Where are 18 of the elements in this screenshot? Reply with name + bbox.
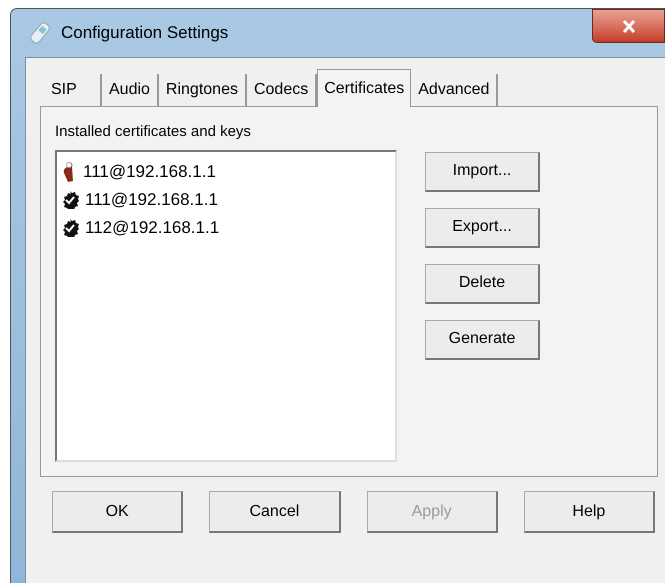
button[interactable]: Generate	[425, 320, 540, 360]
button[interactable]: Help	[524, 491, 655, 533]
button[interactable]: Export...	[425, 208, 540, 248]
list-item[interactable]: 111@192.168.1.1	[83, 158, 216, 184]
list-item[interactable]: 111@192.168.1.1	[85, 186, 218, 212]
close-icon	[622, 20, 636, 32]
list-label: Installed certificates and keys	[55, 122, 252, 142]
close-button[interactable]	[592, 9, 665, 43]
button[interactable]: OK	[52, 491, 184, 533]
button[interactable]: Cancel	[209, 491, 340, 533]
button[interactable]: Import...	[425, 152, 540, 192]
list-item[interactable]: 112@192.168.1.1	[85, 214, 220, 240]
window-title: Configuration Settings	[61, 22, 228, 44]
button[interactable]: Delete	[425, 264, 540, 304]
certificate-seal-icon	[61, 218, 79, 236]
certificate-list[interactable]: 111@192.168.1.1 111@192.168.1.1 112@192.168.1.1	[55, 150, 397, 462]
tab[interactable]: Certificates	[317, 69, 412, 107]
certificate-seal-icon	[61, 190, 79, 208]
